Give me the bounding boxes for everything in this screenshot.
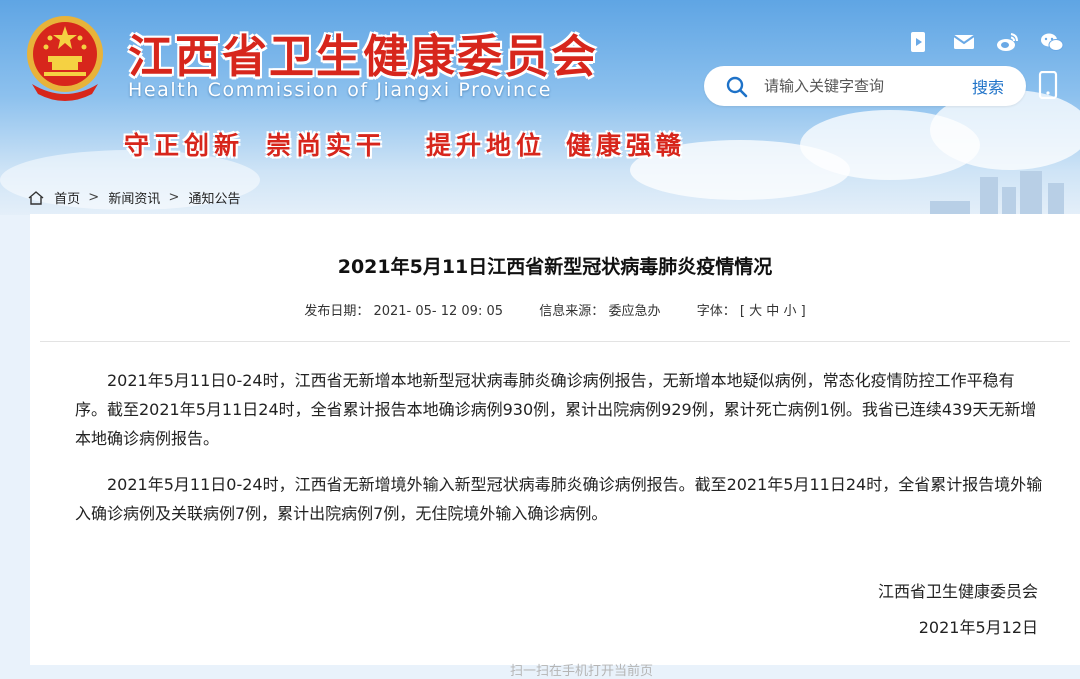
social-icons — [906, 30, 1066, 54]
font-size-label: 字体： — [696, 304, 736, 319]
skyline-decoration — [1020, 171, 1042, 215]
skyline-decoration — [980, 177, 998, 215]
app-icon[interactable] — [906, 30, 930, 54]
wechat-icon[interactable] — [1040, 30, 1064, 54]
publish-date: 2021- 05- 12 09: 05 — [373, 304, 504, 319]
article-paragraph-1: 2021年5月11日0-24时，江西省无新增本地新型冠状病毒肺炎确诊病例报告，无… — [75, 371, 1037, 448]
slogan-4: 健康强赣 — [566, 131, 687, 160]
source-label: 信息来源： — [539, 304, 605, 319]
site-title: 江西省卫生健康委员会 — [128, 30, 599, 83]
search-box: 搜索 — [704, 66, 1026, 106]
mail-icon[interactable] — [952, 30, 976, 54]
signature-org: 江西省卫生健康委员会 — [877, 582, 1038, 601]
search-button[interactable]: 搜索 — [972, 74, 1004, 98]
qr-hint-text: 扫一扫在手机打开当前页 — [510, 664, 654, 679]
search-icon[interactable] — [726, 76, 748, 98]
breadcrumb-separator: > — [88, 190, 100, 205]
slogan-3: 提升地位 — [426, 131, 547, 160]
article-meta: 发布日期： 2021- 05- 12 09: 05 信息来源： 委应急办 字体：… — [304, 304, 806, 319]
breadcrumb-separator: > — [168, 190, 180, 205]
publish-date-label: 发布日期： — [304, 304, 370, 319]
skyline-decoration — [1048, 183, 1064, 215]
article-title: 2021年5月11日江西省新型冠状病毒肺炎疫情情况 — [337, 256, 773, 278]
breadcrumb-notices[interactable]: 通知公告 — [189, 192, 241, 207]
article-paragraph-2: 2021年5月11日0-24时，江西省无新增境外输入新型冠状病毒肺炎确诊病例报告… — [75, 475, 1043, 523]
weibo-icon[interactable] — [995, 30, 1019, 54]
breadcrumb-home[interactable]: 首页 — [54, 192, 80, 207]
site-header: 江西省卫生健康委员会 Health Commission of Jiangxi … — [0, 0, 1080, 215]
home-icon[interactable] — [28, 190, 44, 205]
slogan-2: 崇尚实干 — [266, 131, 387, 160]
skyline-decoration — [1002, 187, 1016, 215]
emblem-icon — [27, 16, 103, 101]
divider — [40, 341, 1070, 342]
mobile-icon[interactable] — [1037, 71, 1059, 99]
source-value: 委应急办 — [608, 304, 661, 319]
breadcrumb-news[interactable]: 新闻资讯 — [108, 192, 160, 207]
slogan-1: 守正创新 — [124, 131, 245, 160]
breadcrumb: 首页 > 新闻资讯 > 通知公告 — [28, 188, 241, 207]
article-content: 2021年5月11日江西省新型冠状病毒肺炎疫情情况 发布日期： 2021- 05… — [30, 214, 1080, 679]
font-size-large[interactable]: 大 — [749, 304, 762, 319]
font-size-small[interactable]: 小 — [783, 304, 796, 319]
font-size-medium[interactable]: 中 — [766, 304, 779, 319]
signature-date: 2021年5月12日 — [918, 618, 1038, 637]
skyline-decoration — [930, 201, 970, 215]
site-subtitle: Health Commission of Jiangxi Province — [128, 79, 552, 101]
search-input[interactable] — [764, 74, 954, 98]
